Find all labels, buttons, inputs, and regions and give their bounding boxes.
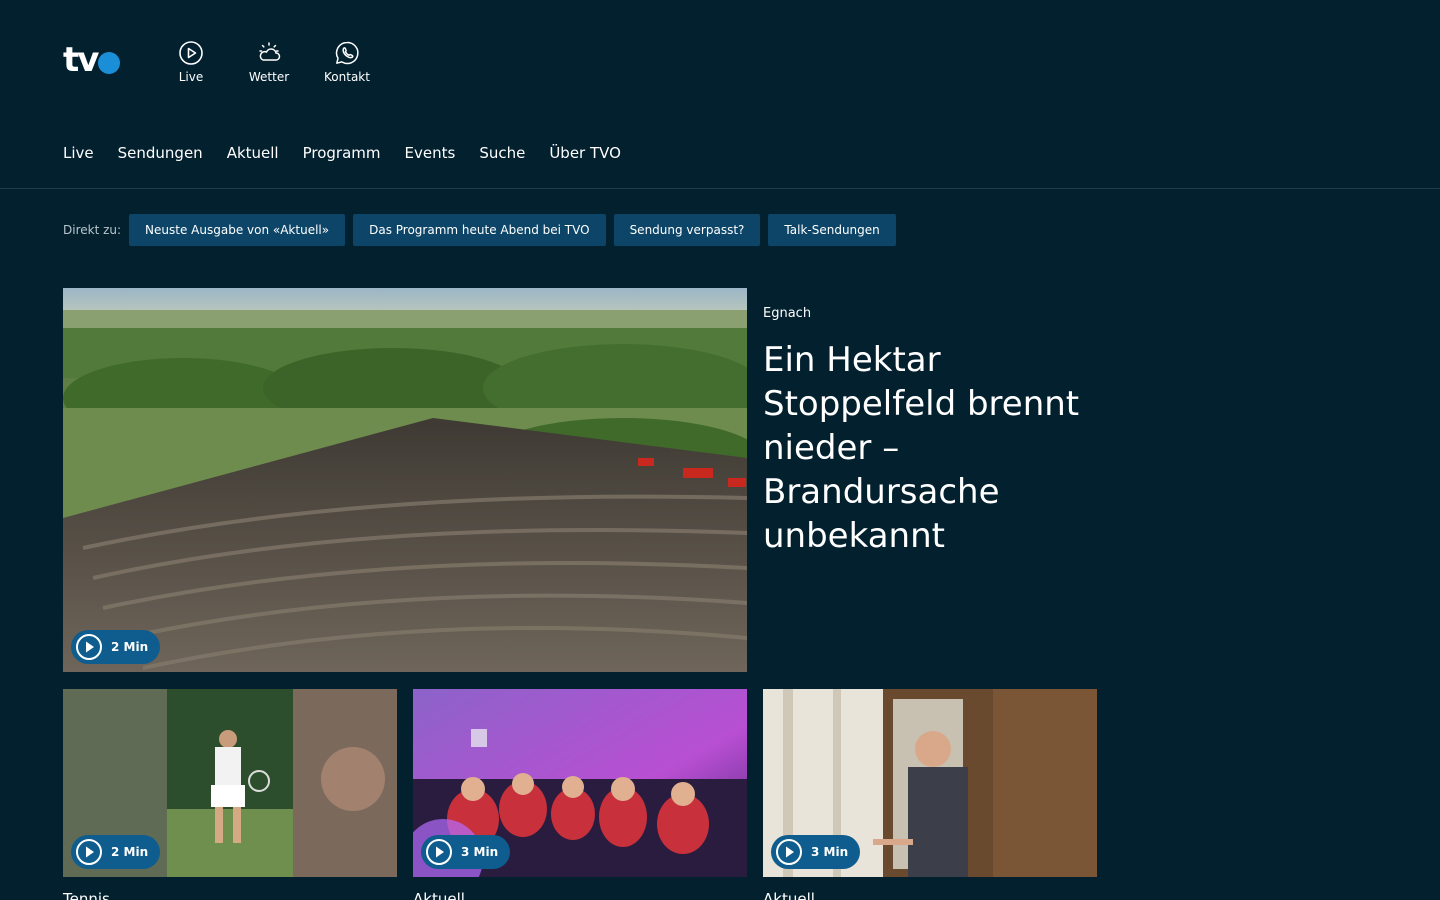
- nav-item-live[interactable]: Live: [63, 140, 94, 166]
- nav-item-aktuell[interactable]: Aktuell: [227, 140, 279, 166]
- nav-item-sendungen[interactable]: Sendungen: [118, 140, 203, 166]
- main-nav: Live Sendungen Aktuell Programm Events S…: [63, 140, 621, 166]
- card-play-button[interactable]: 2 Min: [71, 835, 161, 869]
- hero-play-button[interactable]: 2 Min: [71, 630, 161, 664]
- quick-link-label: Kontakt: [324, 70, 370, 84]
- quick-link-label: Wetter: [248, 70, 290, 84]
- weather-sun-cloud-icon: [259, 42, 281, 61]
- play-circle-icon: [776, 839, 802, 865]
- chip-talk-sendungen[interactable]: Talk-Sendungen: [768, 214, 896, 246]
- teaser-image[interactable]: 2 Min: [63, 689, 397, 877]
- play-circle-icon: [426, 839, 452, 865]
- quick-link-live[interactable]: Live: [156, 40, 226, 84]
- nav-item-events[interactable]: Events: [405, 140, 456, 166]
- hero-image[interactable]: 2 Min: [63, 288, 747, 672]
- whatsapp-phone-icon: [335, 41, 359, 65]
- logo-text: tv: [63, 40, 99, 80]
- hero-title[interactable]: Ein Hektar Stoppelfeld brennt nieder – B…: [763, 338, 1123, 558]
- chip-neuste-ausgabe[interactable]: Neuste Ausgabe von «Aktuell»: [129, 214, 346, 246]
- video-duration: 3 Min: [461, 845, 499, 859]
- chip-programm-heute-abend[interactable]: Das Programm heute Abend bei TVO: [353, 214, 606, 246]
- tvo-logo[interactable]: tv: [63, 40, 129, 80]
- video-duration: 2 Min: [111, 640, 149, 654]
- teaser-kicker: Aktuell: [413, 890, 465, 900]
- direkt-zu-row: Direkt zu: Neuste Ausgabe von «Aktuell» …: [63, 214, 896, 246]
- teaser-image[interactable]: 3 Min: [413, 689, 747, 877]
- nav-item-suche[interactable]: Suche: [479, 140, 525, 166]
- teaser-image[interactable]: 3 Min: [763, 689, 1097, 877]
- teaser-kicker: Tennis: [63, 890, 110, 900]
- quick-link-kontakt[interactable]: Kontakt: [312, 40, 382, 84]
- hero-kicker: Egnach: [763, 306, 812, 321]
- video-duration: 2 Min: [111, 845, 149, 859]
- hero-text[interactable]: Egnach Ein Hektar Stoppelfeld brennt nie…: [763, 304, 1123, 558]
- play-circle-icon: [76, 839, 102, 865]
- card-play-button[interactable]: 3 Min: [421, 835, 511, 869]
- quick-link-wetter[interactable]: Wetter: [234, 40, 304, 84]
- video-duration: 3 Min: [811, 845, 849, 859]
- teaser-card[interactable]: 2 Min Tennis: [63, 689, 397, 900]
- teaser-card[interactable]: 3 Min Aktuell: [413, 689, 747, 900]
- play-circle-icon: [179, 41, 203, 65]
- direkt-zu-label: Direkt zu:: [63, 223, 122, 237]
- nav-item-ueber-tvo[interactable]: Über TVO: [549, 140, 621, 166]
- teaser-kicker: Aktuell: [763, 890, 815, 900]
- top-header: tv Live Wetter Kontakt: [0, 0, 1440, 120]
- teaser-card[interactable]: 3 Min Aktuell: [763, 689, 1097, 900]
- nav-item-programm[interactable]: Programm: [303, 140, 381, 166]
- hero-photo-aerial-field: [63, 288, 747, 672]
- play-circle-icon: [76, 634, 102, 660]
- chip-sendung-verpasst[interactable]: Sendung verpasst?: [613, 214, 761, 246]
- nav-divider: [0, 188, 1440, 189]
- logo-dot: [98, 52, 121, 74]
- card-play-button[interactable]: 3 Min: [771, 835, 861, 869]
- quick-link-label: Live: [178, 70, 204, 84]
